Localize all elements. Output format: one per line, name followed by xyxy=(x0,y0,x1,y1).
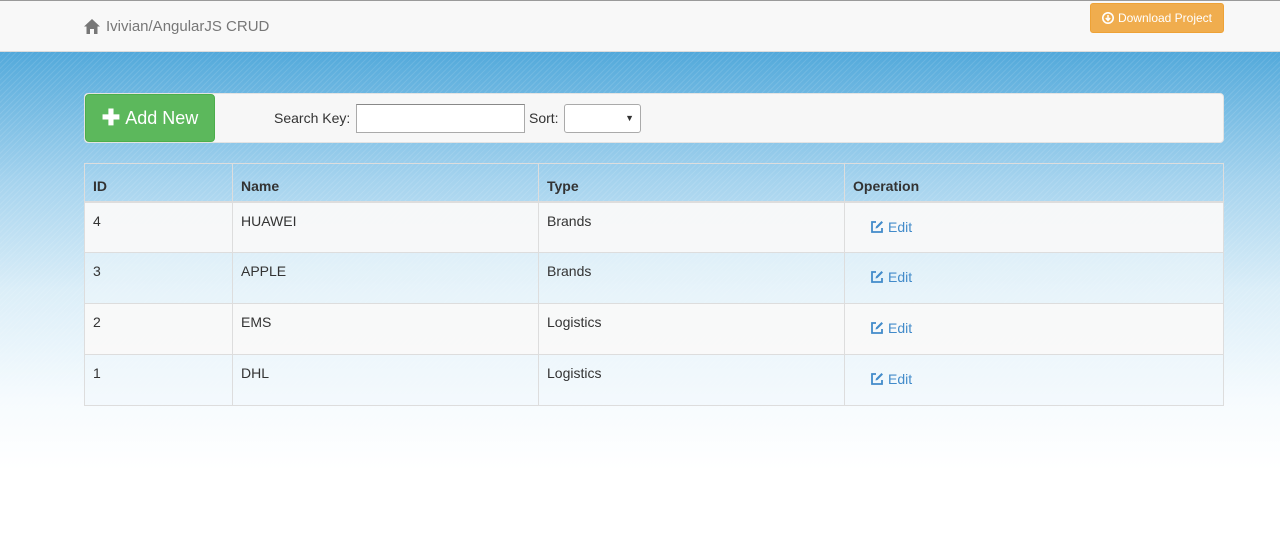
edit-label: Edit xyxy=(888,320,913,336)
column-header-type: Type xyxy=(538,163,845,203)
top-navbar: Ivivian/AngularJS CRUD Download Project xyxy=(0,0,1280,52)
column-header-name: Name xyxy=(232,163,539,203)
cell-type: Brands xyxy=(538,201,845,253)
search-key-label: Search Key: xyxy=(274,110,351,126)
sort-select[interactable]: ▼ xyxy=(564,104,641,133)
cell-type: Logistics xyxy=(538,303,845,355)
search-key-input[interactable] xyxy=(356,104,525,133)
edit-link[interactable]: Edit xyxy=(870,371,912,387)
cell-id: 2 xyxy=(84,303,233,355)
cell-operation: Edit xyxy=(844,252,1224,304)
edit-square-icon xyxy=(871,373,883,385)
download-project-label: Download Project xyxy=(1117,11,1213,25)
brand-link[interactable]: Ivivian/AngularJS CRUD xyxy=(84,18,269,35)
table-row: 4 HUAWEI Brands Edit xyxy=(84,201,1224,253)
column-header-id: ID xyxy=(84,163,233,203)
cell-name: EMS xyxy=(232,303,539,355)
cell-name: APPLE xyxy=(232,252,539,304)
cell-operation: Edit xyxy=(844,303,1224,355)
edit-link[interactable]: Edit xyxy=(870,320,912,336)
plus-icon: ✚ xyxy=(101,105,121,130)
cell-operation: Edit xyxy=(844,354,1224,406)
edit-label: Edit xyxy=(888,371,913,387)
cell-type: Brands xyxy=(538,252,845,304)
table-row: 3 APPLE Brands Edit xyxy=(84,252,1224,304)
add-new-label: Add New xyxy=(125,107,199,128)
edit-label: Edit xyxy=(888,269,913,285)
cell-id: 3 xyxy=(84,252,233,304)
edit-square-icon xyxy=(871,271,883,283)
cell-id: 1 xyxy=(84,354,233,406)
add-new-button[interactable]: ✚ Add New xyxy=(85,94,215,142)
page: Ivivian/AngularJS CRUD Download Project … xyxy=(0,0,1280,546)
edit-link[interactable]: Edit xyxy=(870,269,912,285)
edit-label: Edit xyxy=(888,218,913,235)
caret-down-icon: ▼ xyxy=(625,113,634,123)
table-row: 2 EMS Logistics Edit xyxy=(84,303,1224,355)
cell-operation: Edit xyxy=(844,201,1224,253)
edit-square-icon xyxy=(871,220,883,233)
download-project-button[interactable]: Download Project xyxy=(1090,3,1224,33)
sort-label: Sort: xyxy=(529,110,559,126)
edit-link[interactable]: Edit xyxy=(870,219,912,235)
brand-title: Ivivian/AngularJS CRUD xyxy=(106,18,270,35)
cell-type: Logistics xyxy=(538,354,845,406)
table-header-row: ID Name Type Operation xyxy=(84,163,1224,203)
column-header-operation: Operation xyxy=(844,163,1224,203)
toolbar-panel: ✚ Add New Search Key: Sort: ▼ xyxy=(84,93,1224,143)
circle-arrow-down-icon xyxy=(1101,12,1114,24)
home-icon xyxy=(84,19,100,34)
edit-square-icon xyxy=(871,322,883,334)
cell-name: DHL xyxy=(232,354,539,406)
cell-name: HUAWEI xyxy=(232,201,539,253)
records-table: ID Name Type Operation 4 HUAWEI Brands E xyxy=(84,163,1224,406)
cell-id: 4 xyxy=(84,201,233,253)
table-row: 1 DHL Logistics Edit xyxy=(84,354,1224,406)
